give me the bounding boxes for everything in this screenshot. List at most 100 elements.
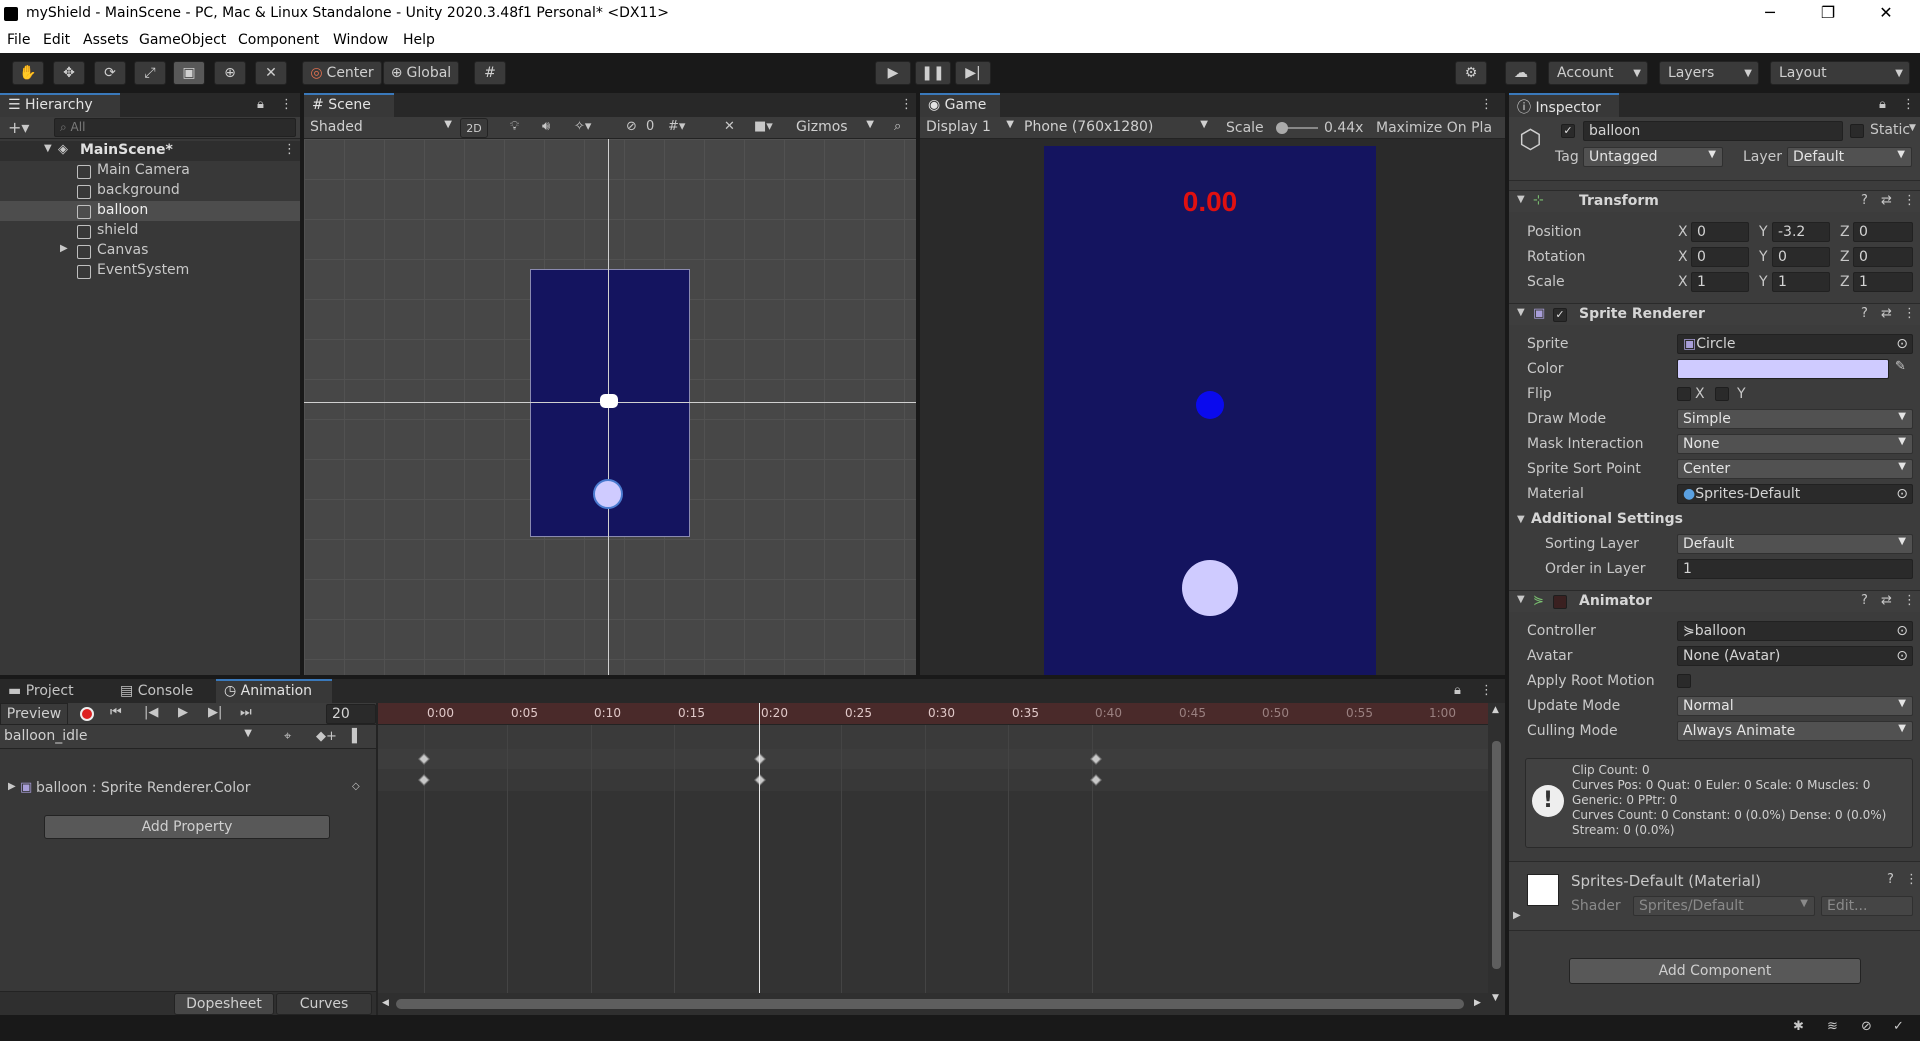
more-menu-icon[interactable]: ⋮ bbox=[1905, 872, 1918, 887]
transform-tool-icon[interactable]: ⊕ bbox=[214, 61, 246, 85]
tab-project[interactable]: ▬ Project bbox=[0, 679, 110, 703]
lock-icon[interactable]: 🔒︎ bbox=[1879, 97, 1886, 112]
object-picker-icon[interactable]: ⊙ bbox=[1896, 623, 1908, 639]
step-button[interactable]: ▶| bbox=[955, 61, 991, 85]
avatar-field[interactable]: None (Avatar) ⊙ bbox=[1677, 646, 1913, 666]
more-menu-icon[interactable]: ⋮ bbox=[900, 97, 913, 112]
layer-dropdown[interactable]: Default ▼ bbox=[1787, 147, 1912, 167]
tools-icon[interactable]: ✕ bbox=[724, 119, 735, 134]
list-item[interactable]: Main Camera bbox=[0, 161, 246, 181]
transform-header[interactable]: ▼ ⊹ Transform ? ⇄ ⋮ bbox=[1509, 190, 1920, 212]
property-row[interactable]: ▶ ▣ balloon : Sprite Renderer.Color ◇ bbox=[0, 779, 376, 801]
object-name-input[interactable]: balloon bbox=[1583, 121, 1843, 141]
more-menu-icon[interactable]: ⋮ bbox=[1480, 683, 1493, 698]
menu-edit[interactable]: Edit bbox=[43, 32, 70, 48]
flip-x-checkbox[interactable] bbox=[1677, 387, 1691, 401]
more-menu-icon[interactable]: ⋮ bbox=[1902, 97, 1915, 112]
scene-viewport[interactable] bbox=[304, 139, 916, 675]
keyframe-diamond-icon[interactable]: ◇ bbox=[352, 781, 360, 792]
record-icon[interactable] bbox=[80, 707, 94, 721]
help-icon[interactable]: ? bbox=[1861, 593, 1868, 608]
scale-x-input[interactable]: 1 bbox=[1691, 272, 1749, 292]
more-menu-icon[interactable]: ⋮ bbox=[1480, 97, 1493, 112]
expand-arrow-icon[interactable]: ▼ bbox=[44, 143, 52, 154]
first-key-icon[interactable]: ⏮ bbox=[110, 705, 122, 720]
expand-arrow-icon[interactable]: ▶ bbox=[60, 243, 68, 254]
order-in-layer-input[interactable]: 1 bbox=[1677, 559, 1913, 579]
expand-arrow-icon[interactable]: ▶ bbox=[8, 781, 16, 792]
add-keyframe-icon[interactable]: ◆+ bbox=[316, 729, 337, 744]
layout-dropdown[interactable]: Layout ▼ bbox=[1770, 61, 1910, 85]
expand-arrow-icon[interactable]: ▼ bbox=[1517, 594, 1525, 605]
account-dropdown[interactable]: Account ▼ bbox=[1548, 61, 1648, 85]
position-z-input[interactable]: 0 bbox=[1853, 222, 1913, 242]
expand-arrow-icon[interactable]: ▼ bbox=[1517, 514, 1525, 525]
chevron-down-icon[interactable]: ▼ bbox=[1909, 123, 1916, 133]
progress-icon[interactable]: ⊘ bbox=[1861, 1019, 1872, 1034]
active-checkbox[interactable]: ✓ bbox=[1561, 124, 1575, 138]
space-global-button[interactable]: ⊕ Global bbox=[383, 61, 459, 85]
rotate-tool-icon[interactable]: ⟳ bbox=[94, 61, 126, 85]
help-icon[interactable]: ? bbox=[1887, 872, 1894, 887]
list-item[interactable]: EventSystem bbox=[0, 261, 246, 281]
list-item[interactable]: balloon bbox=[0, 201, 300, 221]
add-icon[interactable]: +▾ bbox=[8, 118, 29, 137]
rotation-y-input[interactable]: 0 bbox=[1772, 247, 1830, 267]
search-icon[interactable]: ⌕ bbox=[894, 119, 901, 134]
events-row[interactable] bbox=[378, 725, 1488, 749]
vscrollbar-thumb[interactable] bbox=[1492, 741, 1501, 969]
lock-icon[interactable]: 🔒︎ bbox=[257, 97, 264, 112]
minimize-button[interactable]: ─ bbox=[1750, 3, 1790, 25]
additional-settings-foldout[interactable]: Additional Settings bbox=[1531, 511, 1683, 527]
settings-check-icon[interactable]: ✓ bbox=[1893, 1019, 1904, 1034]
preset-icon[interactable]: ⇄ bbox=[1881, 193, 1892, 208]
controller-field[interactable]: ⋟balloon ⊙ bbox=[1677, 621, 1913, 641]
effects-icon[interactable]: ✧▾ bbox=[574, 119, 591, 134]
sprite-renderer-header[interactable]: ▼ ▣ ✓ Sprite Renderer ? ⇄ ⋮ bbox=[1509, 303, 1920, 325]
curves-button[interactable]: Curves bbox=[276, 993, 372, 1015]
mask-interaction-dropdown[interactable]: None ▼ bbox=[1677, 434, 1913, 454]
scroll-right-icon[interactable]: ▶ bbox=[1474, 998, 1481, 1008]
list-item[interactable]: shield bbox=[0, 221, 246, 241]
maximize-button[interactable]: ❐ bbox=[1808, 3, 1848, 25]
sorting-layer-dropdown[interactable]: Default ▼ bbox=[1677, 534, 1913, 554]
animator-header[interactable]: ▼ ⋟ Animator ? ⇄ ⋮ bbox=[1509, 590, 1920, 612]
menu-assets[interactable]: Assets bbox=[83, 32, 129, 48]
add-component-button[interactable]: Add Component bbox=[1569, 958, 1861, 984]
pause-button[interactable]: ❚❚ bbox=[915, 61, 951, 85]
horizontal-scrollbar[interactable]: ◀ ▶ bbox=[378, 993, 1488, 1015]
filter-icon[interactable]: ⌖ bbox=[284, 729, 291, 744]
scale-tool-icon[interactable]: ⤢ bbox=[134, 61, 166, 85]
summary-keyframe-row[interactable] bbox=[378, 749, 1488, 769]
material-field[interactable]: ●Sprites-Default ⊙ bbox=[1677, 484, 1913, 504]
maximize-on-play-toggle[interactable]: Maximize On Pla bbox=[1376, 120, 1505, 136]
hierarchy-search-input[interactable]: ⌕ All bbox=[54, 118, 296, 137]
rect-tool-icon[interactable]: ▣ bbox=[173, 61, 205, 85]
bug-icon[interactable]: ✱ bbox=[1793, 1019, 1804, 1034]
collab-icon[interactable]: ⚙ bbox=[1455, 61, 1487, 85]
preset-icon[interactable]: ⇄ bbox=[1881, 593, 1892, 608]
rotation-z-input[interactable]: 0 bbox=[1853, 247, 1913, 267]
tag-dropdown[interactable]: Untagged ▼ bbox=[1583, 147, 1723, 167]
balloon-sprite[interactable] bbox=[593, 479, 623, 509]
menu-gameobject[interactable]: GameObject bbox=[139, 32, 226, 48]
tab-animation[interactable]: ◷ Animation bbox=[216, 679, 332, 703]
camera-icon[interactable]: ■▾ bbox=[754, 119, 773, 134]
menu-component[interactable]: Component bbox=[238, 32, 319, 48]
scale-y-input[interactable]: 1 bbox=[1772, 272, 1830, 292]
add-property-button[interactable]: Add Property bbox=[44, 815, 330, 839]
preview-button[interactable]: Preview bbox=[0, 703, 68, 725]
clip-dropdown[interactable]: balloon_idle ▼ bbox=[0, 727, 256, 747]
more-menu-icon[interactable]: ⋮ bbox=[280, 97, 293, 112]
more-menu-icon[interactable]: ⋮ bbox=[1903, 193, 1916, 208]
position-x-input[interactable]: 0 bbox=[1691, 222, 1749, 242]
color-swatch[interactable] bbox=[1677, 359, 1889, 379]
time-ruler[interactable]: 0:00 0:05 0:10 0:15 0:20 0:25 0:30 0:35 … bbox=[378, 703, 1488, 725]
tab-game[interactable]: ◉ Game bbox=[920, 93, 1000, 117]
culling-mode-dropdown[interactable]: Always Animate ▼ bbox=[1677, 721, 1913, 741]
hand-tool-icon[interactable]: ✋ bbox=[12, 61, 44, 85]
property-keyframe-row[interactable] bbox=[378, 769, 1488, 791]
vertical-scrollbar[interactable]: ▲ ▼ bbox=[1488, 703, 1505, 1015]
tab-scene[interactable]: # Scene bbox=[304, 93, 394, 117]
object-picker-icon[interactable]: ⊙ bbox=[1896, 486, 1908, 502]
